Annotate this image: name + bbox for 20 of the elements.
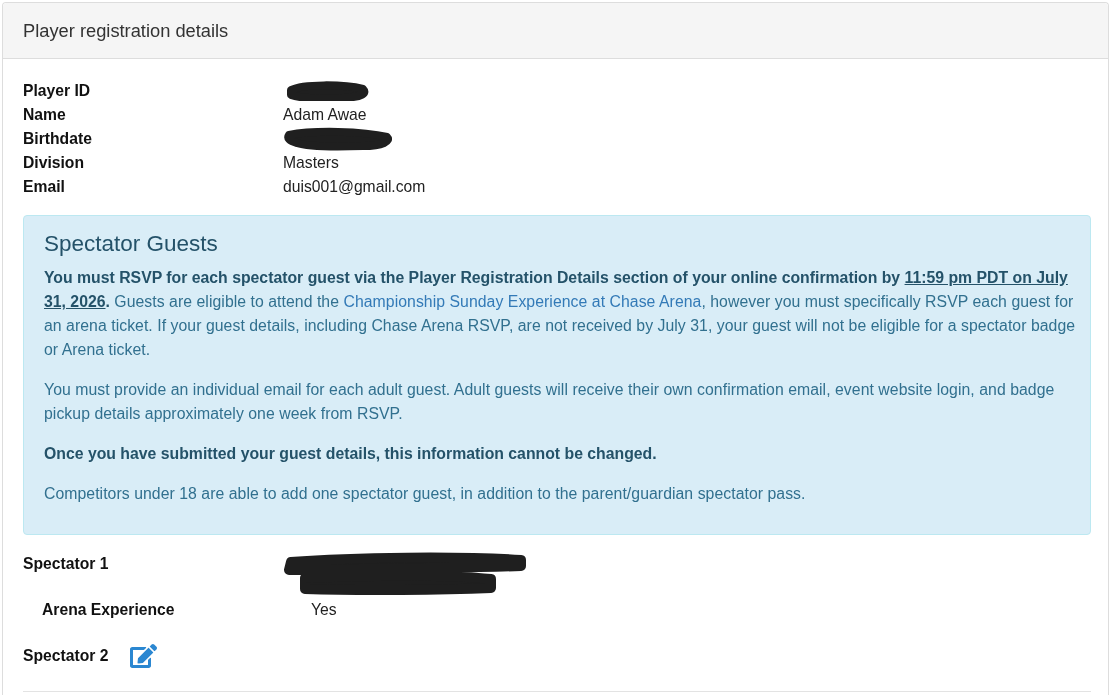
detail-label: Division bbox=[23, 153, 85, 173]
edit-icon[interactable] bbox=[130, 644, 158, 668]
detail-label: Name bbox=[23, 105, 66, 125]
detail-value: Adam Awae bbox=[283, 105, 367, 125]
detail-value: Masters bbox=[283, 153, 339, 173]
notice-paragraph: You must provide an individual email for each adult guest. Adult guests will receive their own confirmation email, event website login, and badge pickup details approximately one week from RSVP. bbox=[44, 380, 1056, 424]
notice-paragraph: You must RSVP for each spectator guest via the Player Registration Details section of your online confirmation by 11:59 pm PDT on July 31, 2026. Guests are eligible to attend the Championship Sunday Experience at Chase Arena, however you must specifically RSVP each guest for an arena ticket. If your guest details, including Chase Arena RSVP, are not received by July 31, your guest will not be eligible for a spectator badge or Arena ticket. bbox=[44, 268, 1077, 360]
notice-paragraph: Once you have submitted your guest details, this information cannot be changed. bbox=[44, 444, 658, 464]
detail-label: Email bbox=[23, 177, 65, 197]
detail-value: duis001@gmail.com bbox=[283, 177, 426, 197]
notice-paragraph: Competitors under 18 are able to add one spectator guest, in addition to the parent/guardian spectator pass. bbox=[44, 484, 807, 504]
detail-label: Birthdate bbox=[23, 129, 92, 149]
detail-label: Player ID bbox=[23, 81, 91, 101]
event-link[interactable]: Championship Sunday Experience at Chase Arena bbox=[343, 293, 702, 310]
panel-title: Player registration details bbox=[23, 19, 229, 42]
alert-title: Spectator Guests bbox=[44, 231, 218, 257]
spectator-label: Spectator 1 bbox=[23, 554, 109, 574]
detail-label: Arena Experience bbox=[42, 600, 175, 620]
detail-value: Yes bbox=[311, 600, 337, 620]
spectator-label: Spectator 2 bbox=[23, 646, 109, 666]
